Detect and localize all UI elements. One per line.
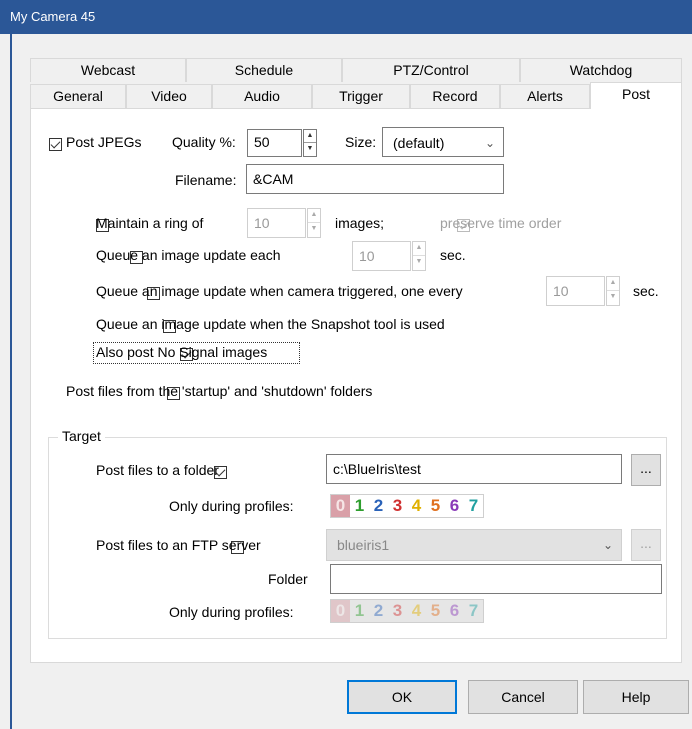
window-title-bar: My Camera 45 [0,0,692,34]
maintain-ring-label: Maintain a ring of [96,215,204,231]
tab-audio[interactable]: Audio [212,84,312,108]
no-signal-label: Also post No Signal images [96,344,268,360]
profile-5[interactable]: 5 [426,600,445,622]
quality-input[interactable]: 50 [247,129,302,157]
queue-snapshot-label: Queue an image update when the Snapshot … [96,316,445,332]
window-title: My Camera 45 [10,9,96,24]
profile-0[interactable]: 0 [331,495,350,517]
quality-label: Quality %: [172,134,236,150]
post-to-ftp-label: Post files to an FTP server [96,537,261,553]
ftp-browse-button[interactable]: ... [631,529,661,561]
stepper-up-icon[interactable]: ▲ [413,242,425,256]
tab-alerts[interactable]: Alerts [500,84,590,108]
size-select[interactable]: (default) ⌄ [382,127,504,157]
tab-schedule[interactable]: Schedule [186,58,342,82]
tab-watchdog[interactable]: Watchdog [520,58,682,82]
post-to-folder-label: Post files to a folder [96,462,219,478]
filename-label: Filename: [175,172,237,188]
profile-1[interactable]: 1 [350,600,369,622]
profile-6[interactable]: 6 [445,495,464,517]
sec-label: sec. [440,247,466,263]
post-jpegs-label: Post JPEGs [66,134,142,150]
window-frame [10,34,12,729]
profile-2[interactable]: 2 [369,495,388,517]
ftp-folder-label: Folder [268,571,308,587]
queue-triggered-input[interactable]: 10 [546,276,605,306]
stepper-down-icon[interactable]: ▼ [304,143,316,156]
queue-each-stepper[interactable]: ▲ ▼ [412,241,426,271]
cancel-button[interactable]: Cancel [468,680,578,714]
tab-general[interactable]: General [30,84,126,108]
queue-triggered-stepper[interactable]: ▲ ▼ [606,276,620,306]
tab-trigger[interactable]: Trigger [312,84,410,108]
queue-each-input[interactable]: 10 [352,241,411,271]
chevron-down-icon: ⌄ [602,538,613,552]
filename-input[interactable]: &CAM [246,164,504,194]
sec-label-2: sec. [633,283,659,299]
profile-0[interactable]: 0 [331,600,350,622]
profile-7[interactable]: 7 [464,600,483,622]
profile-7[interactable]: 7 [464,495,483,517]
queue-triggered-label: Queue an image update when camera trigge… [96,283,463,299]
only-during-profiles-label: Only during profiles: [169,498,294,514]
stepper-down-icon[interactable]: ▼ [308,223,320,237]
tab-post[interactable]: Post [590,82,682,109]
post-jpegs-checkbox[interactable] [49,138,62,151]
profile-6[interactable]: 6 [445,600,464,622]
folder-path-input[interactable]: c:\BlueIris\test [326,454,622,484]
profile-5[interactable]: 5 [426,495,445,517]
preserve-order-label: preserve time order [440,215,562,231]
profile-4[interactable]: 4 [407,600,426,622]
browse-folder-button[interactable]: ... [631,454,661,486]
ring-count-stepper[interactable]: ▲ ▼ [307,208,321,238]
tab-record[interactable]: Record [410,84,500,108]
quality-stepper[interactable]: ▲ ▼ [303,129,317,157]
tab-ptz-control[interactable]: PTZ/Control [342,58,520,82]
stepper-down-icon[interactable]: ▼ [607,291,619,305]
stepper-up-icon[interactable]: ▲ [607,277,619,291]
profile-3[interactable]: 3 [388,495,407,517]
queue-each-label: Queue an image update each [96,247,281,263]
ring-count-input[interactable]: 10 [247,208,306,238]
target-group-label: Target [58,428,105,444]
ftp-folder-input[interactable] [330,564,662,594]
stepper-up-icon[interactable]: ▲ [304,130,316,143]
profile-2[interactable]: 2 [369,600,388,622]
ftp-only-during-profiles-label: Only during profiles: [169,604,294,620]
stepper-down-icon[interactable]: ▼ [413,256,425,270]
size-label: Size: [345,134,377,150]
profile-4[interactable]: 4 [407,495,426,517]
chevron-down-icon: ⌄ [484,136,495,150]
help-button[interactable]: Help [583,680,689,714]
ok-button[interactable]: OK [347,680,457,714]
profile-1[interactable]: 1 [350,495,369,517]
profile-3[interactable]: 3 [388,600,407,622]
images-label: images; [335,215,385,231]
stepper-up-icon[interactable]: ▲ [308,209,320,223]
tab-webcast[interactable]: Webcast [30,58,186,82]
profile-selector[interactable]: 01234567 [330,494,484,518]
ftp-server-select[interactable]: blueiris1 ⌄ [326,529,622,561]
size-select-value: (default) [393,135,445,151]
startup-shutdown-label: Post files from the 'startup' and 'shutd… [66,383,373,399]
ftp-server-value: blueiris1 [337,537,390,553]
ftp-profile-selector[interactable]: 01234567 [330,599,484,623]
tab-video[interactable]: Video [126,84,212,108]
